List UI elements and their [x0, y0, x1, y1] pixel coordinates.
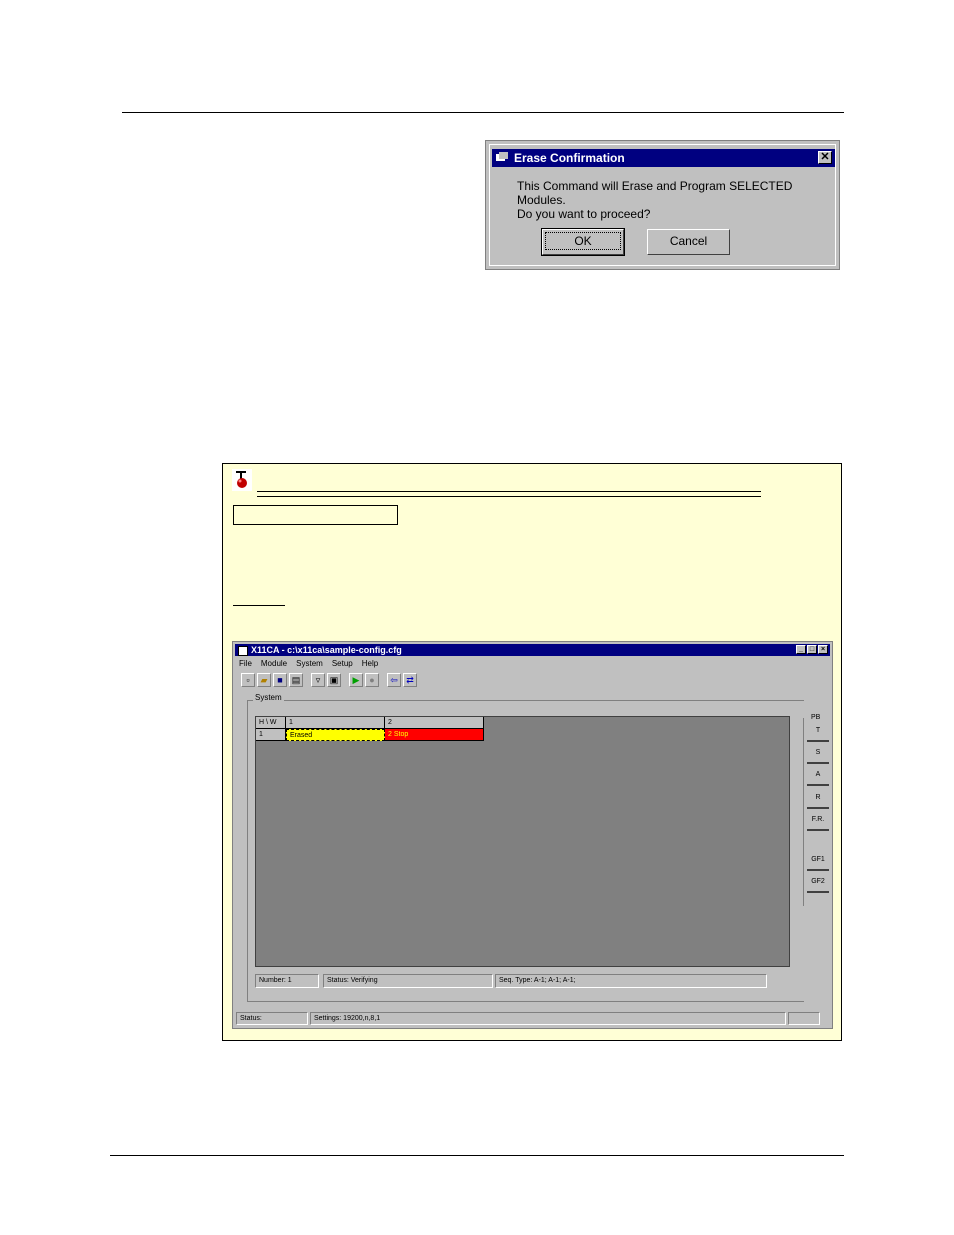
erase-confirmation-dialog: Erase Confirmation ✕ This Command will E…	[485, 140, 840, 270]
side-button-gf1[interactable]: GF1	[807, 853, 829, 871]
statusbar-status: Status:	[236, 1012, 308, 1025]
note-underline	[233, 605, 285, 606]
statusbar-extra	[788, 1012, 820, 1025]
dialog-title: Erase Confirmation	[514, 151, 625, 165]
side-button-fr[interactable]: F.R.	[807, 813, 829, 831]
grid-header-2: 2	[385, 717, 484, 729]
status-state: Status: Verifying	[323, 974, 493, 988]
menu-bar: File Module System Setup Help	[239, 659, 378, 668]
app-window: X11CA - c:\x11ca\sample-config.cfg _ □ ×…	[232, 641, 833, 1029]
toolbar: ▫ ▰ ■ ▤ ▿ ▣ ▶ ● ⇦ ⇄	[241, 672, 417, 688]
app-titlebar: X11CA - c:\x11ca\sample-config.cfg _ □ ×	[235, 644, 830, 656]
menu-setup[interactable]: Setup	[332, 659, 353, 668]
top-rule	[122, 112, 844, 113]
save-all-icon[interactable]: ▤	[289, 673, 303, 687]
note-heading-box	[233, 505, 398, 525]
note-title-underline	[257, 491, 761, 497]
dialog-message-line2: Do you want to proceed?	[517, 207, 651, 221]
menu-system[interactable]: System	[296, 659, 323, 668]
side-button-r[interactable]: R	[807, 791, 829, 809]
ok-button-label: OK	[545, 232, 621, 250]
side-button-a[interactable]: A	[807, 768, 829, 786]
module-grid[interactable]: H \ W 1 2 1 Erased 2 Stop	[255, 716, 790, 967]
bottom-rule	[110, 1155, 844, 1156]
cancel-button-label: Cancel	[669, 234, 708, 248]
cancel-button[interactable]: Cancel	[647, 229, 730, 255]
side-button-gf2[interactable]: GF2	[807, 875, 829, 893]
app-icon	[238, 646, 248, 656]
delete-icon[interactable]: ▣	[327, 673, 341, 687]
open-folder-icon[interactable]: ▰	[257, 673, 271, 687]
window-buttons: _ □ ×	[796, 645, 828, 654]
minimize-icon[interactable]: _	[796, 645, 806, 654]
menu-module[interactable]: Module	[261, 659, 287, 668]
side-panel-label: PB	[811, 714, 821, 721]
dialog-titlebar: Erase Confirmation ✕	[492, 149, 835, 167]
swap-arrow-icon[interactable]: ⇄	[403, 673, 417, 687]
save-icon[interactable]: ■	[273, 673, 287, 687]
tip-pin-icon	[232, 469, 252, 491]
menu-help[interactable]: Help	[362, 659, 378, 668]
dialog-message-line1: This Command will Erase and Program SELE…	[517, 179, 793, 207]
new-file-icon[interactable]: ▫	[241, 673, 255, 687]
app-icon	[496, 152, 508, 161]
app-title: X11CA - c:\x11ca\sample-config.cfg	[251, 645, 402, 655]
grid-row-label: 1	[256, 729, 286, 741]
grid-header-1: 1	[286, 717, 385, 729]
grid-header-hw: H \ W	[256, 717, 286, 729]
status-number: Number: 1	[255, 974, 319, 988]
menu-file[interactable]: File	[239, 659, 252, 668]
maximize-icon[interactable]: □	[807, 645, 817, 654]
dialog-message: This Command will Erase and Program SELE…	[517, 179, 839, 221]
side-divider	[803, 718, 804, 906]
ok-button[interactable]: OK	[541, 228, 625, 256]
grid-cell-stop[interactable]: 2 Stop	[385, 729, 484, 741]
close-icon[interactable]: ✕	[818, 151, 832, 164]
side-button-s[interactable]: S	[807, 746, 829, 764]
system-group-label: System	[253, 693, 284, 702]
close-icon[interactable]: ×	[818, 645, 828, 654]
filter-icon[interactable]: ▿	[311, 673, 325, 687]
back-arrow-icon[interactable]: ⇦	[387, 673, 401, 687]
note-box: X11CA - c:\x11ca\sample-config.cfg _ □ ×…	[222, 463, 842, 1041]
status-seq-type: Seq. Type: A-1; A-1; A-1;	[495, 974, 767, 988]
statusbar-settings: Settings: 19200,n,8,1	[310, 1012, 786, 1025]
run-icon[interactable]: ▶	[349, 673, 363, 687]
side-button-t[interactable]: T	[807, 724, 829, 742]
grid-cell-erased[interactable]: Erased	[286, 729, 385, 741]
stop-icon[interactable]: ●	[365, 673, 379, 687]
